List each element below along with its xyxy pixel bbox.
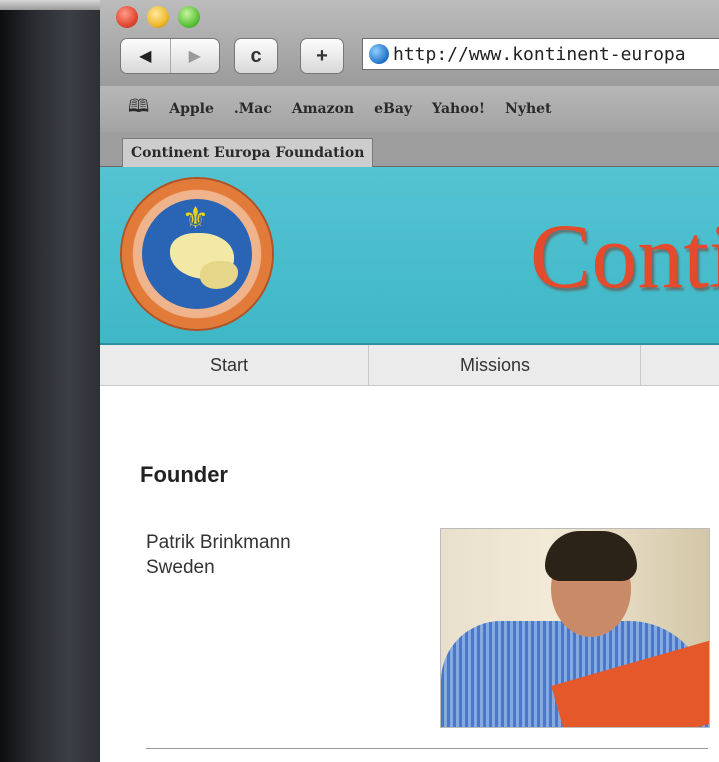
founder-name: Patrik Brinkmann	[146, 532, 291, 553]
foundation-logo[interactable]: ⚜	[122, 179, 272, 329]
close-window-button[interactable]	[116, 6, 138, 28]
page-heading: Founder	[140, 462, 228, 487]
address-bar[interactable]: http://www.kontinent-europa	[362, 38, 719, 70]
monitor-bezel	[0, 0, 100, 762]
back-forward-buttons: ◀ ▶	[120, 38, 220, 74]
zoom-window-button[interactable]	[178, 6, 200, 28]
bookmark-yahoo[interactable]: Yahoo!	[432, 101, 485, 117]
bookmark-ebay[interactable]: eBay	[374, 101, 412, 117]
nav-missions[interactable]: Missions	[460, 345, 530, 385]
tab-continent-europa[interactable]: Continent Europa Foundation	[122, 138, 374, 167]
bookmark-nyheter[interactable]: Nyhet	[505, 101, 551, 117]
address-url: http://www.kontinent-europa	[393, 43, 686, 65]
bookmarks-bar: 🕮 Apple .Mac Amazon eBay Yahoo! Nyhet	[100, 86, 719, 133]
forward-button[interactable]: ▶	[169, 39, 220, 73]
globe-icon	[369, 44, 389, 64]
add-bookmark-button[interactable]: +	[300, 38, 344, 74]
reload-button[interactable]: c	[234, 38, 278, 74]
bookmark-amazon[interactable]: Amazon	[292, 101, 354, 117]
site-navigation: Start Missions	[100, 345, 719, 386]
site-title: Conti	[530, 205, 719, 307]
nav-divider	[368, 345, 369, 385]
founder-country: Sweden	[146, 557, 215, 578]
founder-info: Patrik Brinkmann Sweden	[146, 530, 291, 580]
bookmark-mac[interactable]: .Mac	[234, 101, 272, 117]
back-button[interactable]: ◀	[121, 39, 170, 73]
site-banner: ⚜ Conti	[100, 167, 719, 345]
minimize-window-button[interactable]	[147, 6, 169, 28]
browser-toolbar: ◀ ▶ c + http://www.kontinent-europa	[100, 0, 719, 87]
section-divider	[146, 748, 708, 749]
europe-map-emblem: ⚜	[142, 199, 252, 309]
bookmark-apple[interactable]: Apple	[169, 101, 214, 117]
founder-photo	[440, 528, 710, 728]
nav-divider	[640, 345, 641, 385]
open-book-icon[interactable]: 🕮	[128, 94, 149, 124]
browser-window: ◀ ▶ c + http://www.kontinent-europa 🕮 Ap…	[100, 0, 719, 762]
tab-bar: Continent Europa Foundation	[100, 132, 719, 167]
fleur-de-lis-icon: ⚜	[182, 202, 209, 235]
nav-start[interactable]: Start	[210, 345, 248, 385]
